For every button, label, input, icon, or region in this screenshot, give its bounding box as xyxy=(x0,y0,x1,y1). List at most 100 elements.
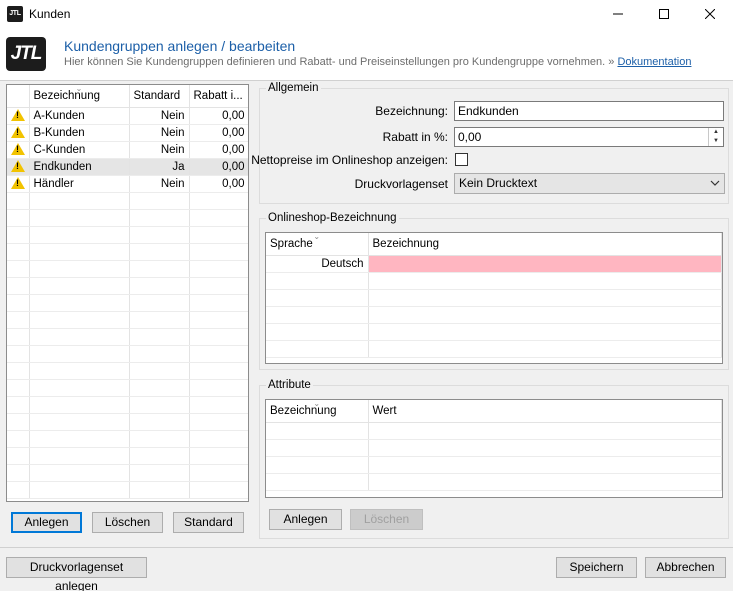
maximize-button[interactable] xyxy=(641,0,687,28)
empty-row xyxy=(7,362,248,380)
window-titlebar: JTL Kunden xyxy=(0,0,733,28)
rabatt-stepper[interactable]: 0,00 ▲ ▼ xyxy=(454,127,724,147)
table-row[interactable]: HändlerNein0,00 xyxy=(7,175,248,193)
close-icon xyxy=(705,9,715,19)
nettopreise-checkbox[interactable] xyxy=(455,153,468,166)
row-status-cell xyxy=(7,107,30,125)
group-standard-cell: Nein xyxy=(129,107,190,125)
doc-link-prefix: » xyxy=(608,56,615,68)
empty-row xyxy=(7,277,248,295)
add-group-button[interactable]: Anlegen xyxy=(11,512,82,533)
spin-down-icon[interactable]: ▼ xyxy=(709,137,723,146)
grid-column-standard[interactable]: Standard xyxy=(129,85,190,108)
group-rabatt-cell: 0,00 xyxy=(189,175,248,193)
grid-column-bezeichnung[interactable]: ⌄ Bezeichnung xyxy=(29,85,130,108)
delete-attribute-button: Löschen xyxy=(350,509,423,530)
empty-row xyxy=(7,226,248,244)
empty-row xyxy=(7,413,248,431)
empty-row xyxy=(7,447,248,465)
grid-header-row: ⌄ Bezeichnung Standard Rabatt i... xyxy=(7,85,248,108)
empty-row xyxy=(7,311,248,329)
chevron-down-icon xyxy=(710,174,720,200)
empty-row xyxy=(7,464,248,482)
empty-row xyxy=(7,294,248,312)
table-row[interactable]: B-KundenNein0,00 xyxy=(7,124,248,142)
jtl-app-icon: JTL xyxy=(7,6,23,22)
page-subtitle: Hier können Sie Kundengruppen definieren… xyxy=(64,56,691,68)
rabatt-label: Rabatt in %: xyxy=(382,130,448,144)
grid-column-rabatt[interactable]: Rabatt i... xyxy=(189,85,248,108)
empty-row xyxy=(7,396,248,414)
empty-row xyxy=(7,345,248,363)
empty-row xyxy=(266,473,722,491)
create-druckvorlagenset-button[interactable]: Druckvorlagenset anlegen xyxy=(6,557,147,591)
group-name-cell: B-Kunden xyxy=(29,124,130,142)
customer-group-grid[interactable]: ⌄Bezeichnung Standard Rabatt i... A-Kund… xyxy=(6,84,249,502)
empty-row xyxy=(266,340,722,358)
grid-column-wert[interactable]: Wert xyxy=(368,400,722,423)
empty-row xyxy=(7,328,248,346)
close-button[interactable] xyxy=(687,0,733,28)
group-standard-cell: Nein xyxy=(129,124,190,142)
minimize-button[interactable] xyxy=(595,0,641,28)
rabatt-value: 0,00 xyxy=(458,130,482,144)
documentation-link[interactable]: Dokumentation xyxy=(617,56,691,68)
table-row[interactable]: A-KundenNein0,00 xyxy=(7,107,248,125)
cancel-button[interactable]: Abbrechen xyxy=(645,557,726,578)
row-status-cell xyxy=(7,124,30,142)
group-rabatt-cell: 0,00 xyxy=(189,107,248,125)
group-name-cell: C-Kunden xyxy=(29,141,130,159)
add-attribute-button[interactable]: Anlegen xyxy=(269,509,342,530)
maximize-icon xyxy=(659,9,669,19)
window-title: Kunden xyxy=(29,7,71,21)
group-name-cell: Endkunden xyxy=(29,158,130,176)
save-button[interactable]: Speichern xyxy=(556,557,637,578)
row-status-cell xyxy=(7,158,30,176)
empty-row xyxy=(266,306,722,324)
rabatt-spin-buttons[interactable]: ▲ ▼ xyxy=(708,128,723,146)
page-header: JTL Kundengruppen anlegen / bearbeiten H… xyxy=(0,28,733,80)
empty-row xyxy=(7,430,248,448)
spin-up-icon[interactable]: ▲ xyxy=(709,128,723,137)
page-title: Kundengruppen anlegen / bearbeiten xyxy=(64,38,296,54)
group-name-cell: A-Kunden xyxy=(29,107,130,125)
grid-column-bezeichnung[interactable]: Bezeichnung xyxy=(368,233,722,256)
sort-indicator-icon: ⌄ xyxy=(313,400,321,408)
delete-group-button[interactable]: Löschen xyxy=(92,512,163,533)
warning-icon xyxy=(11,177,25,189)
grid-header-row: ⌄ Sprache Bezeichnung xyxy=(266,233,722,256)
grid-column-sprache[interactable]: ⌄ Sprache xyxy=(266,233,369,256)
empty-row xyxy=(7,192,248,210)
druckvorlagenset-select[interactable]: Kein Drucktext xyxy=(454,173,725,194)
empty-row xyxy=(266,272,722,290)
nettopreise-label: Nettopreise im Onlineshop anzeigen: xyxy=(251,153,448,167)
header-divider xyxy=(0,80,733,81)
row-status-cell xyxy=(7,175,30,193)
group-standard-cell: Nein xyxy=(129,175,190,193)
group-rabatt-cell: 0,00 xyxy=(189,124,248,142)
sort-indicator-icon: ⌄ xyxy=(313,233,321,241)
warning-icon xyxy=(11,109,25,121)
table-row[interactable]: C-KundenNein0,00 xyxy=(7,141,248,159)
group-standard-cell: Ja xyxy=(129,158,190,176)
bezeichnung-label: Bezeichnung: xyxy=(375,104,448,118)
attribute-grid[interactable]: ⌄ Bezeichnung Wert xyxy=(265,399,723,498)
empty-row xyxy=(7,379,248,397)
empty-row xyxy=(7,243,248,261)
table-row[interactable]: EndkundenJa0,00 xyxy=(7,158,248,176)
shop-bezeichnung-cell[interactable] xyxy=(368,255,722,273)
empty-row xyxy=(266,323,722,341)
footer-divider xyxy=(0,547,733,548)
bezeichnung-input[interactable]: Endkunden xyxy=(454,101,724,121)
warning-icon xyxy=(11,126,25,138)
attribute-label: Attribute xyxy=(266,379,313,391)
allgemein-label: Allgemein xyxy=(266,82,321,94)
empty-row xyxy=(7,481,248,499)
warning-icon xyxy=(11,143,25,155)
table-row[interactable]: Deutsch xyxy=(266,255,722,273)
group-standard-cell: Nein xyxy=(129,141,190,159)
grid-column-bezeichnung[interactable]: ⌄ Bezeichnung xyxy=(266,400,369,423)
onlineshop-grid[interactable]: ⌄ Sprache Bezeichnung Deutsch xyxy=(265,232,723,364)
sort-indicator-icon: ⌄ xyxy=(75,85,83,93)
set-standard-button[interactable]: Standard xyxy=(173,512,244,533)
